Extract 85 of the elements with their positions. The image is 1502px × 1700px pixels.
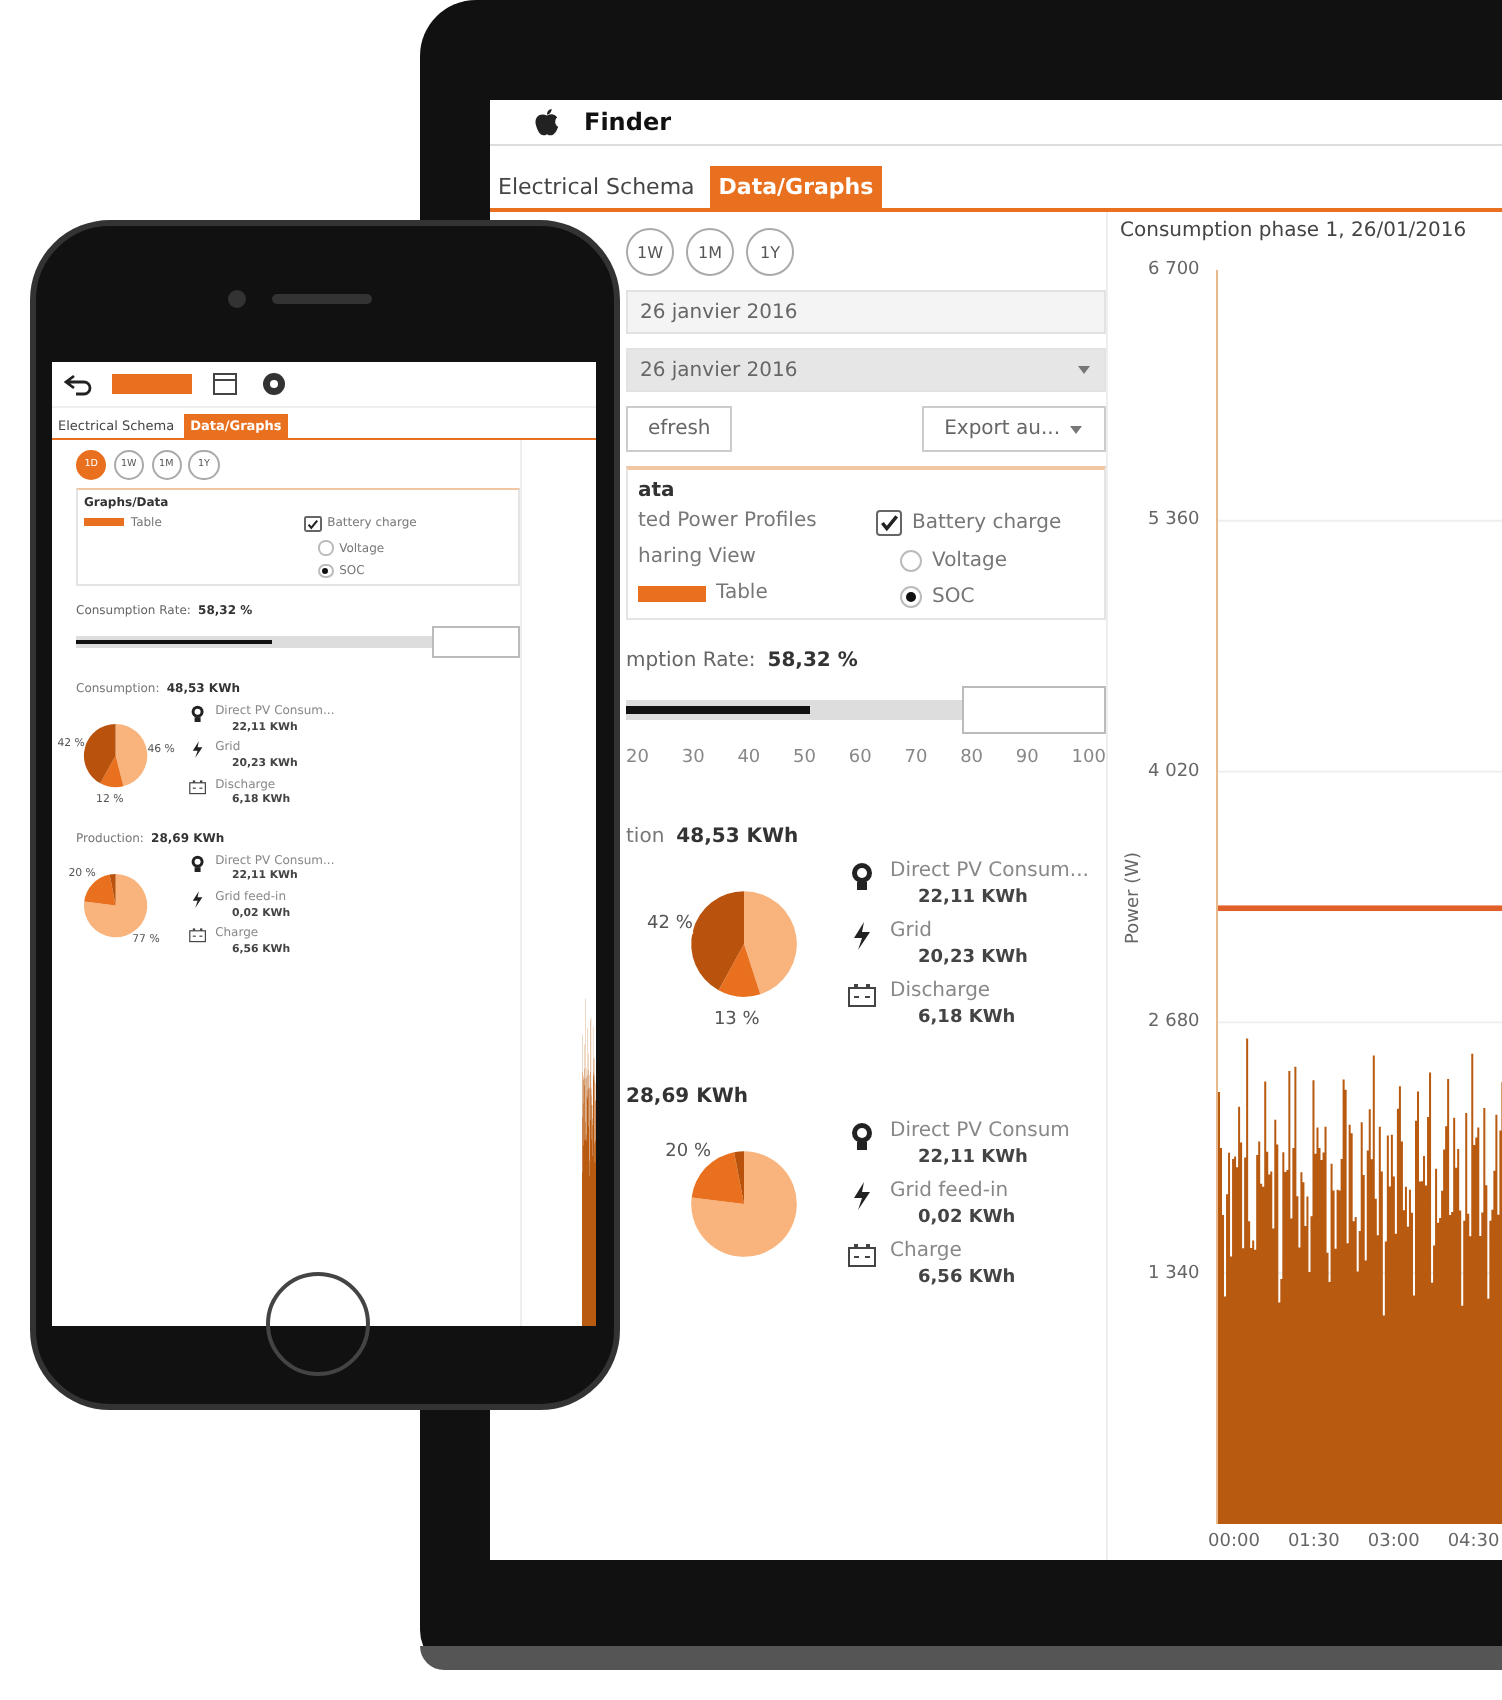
toggle-switch[interactable] <box>84 517 125 527</box>
battery-icon <box>846 1240 878 1272</box>
radio-button[interactable] <box>318 563 334 579</box>
legend-label: Grid feed-in <box>890 1180 1011 1202</box>
radio-label: SOC <box>932 586 975 608</box>
legend-label: Direct PV Consum <box>890 1120 1070 1142</box>
lightning-icon <box>188 740 208 760</box>
legend-value: 6,56 KWh <box>916 1268 1016 1288</box>
radio-label: Voltage <box>932 550 1008 572</box>
slider-tick: 80 <box>960 748 984 768</box>
home-button[interactable] <box>266 1272 370 1376</box>
option-label: haring View <box>638 546 758 568</box>
export-dropdown[interactable]: Export au... <box>922 406 1106 452</box>
period-button[interactable]: 1W <box>626 228 674 276</box>
date-field[interactable]: 26 janvier 2016 <box>626 348 1106 392</box>
axis-tick: 03:00 <box>1367 1532 1420 1552</box>
apple-icon <box>534 107 560 137</box>
date-value: 26 janvier 2016 <box>640 359 798 381</box>
slider-tick: 100 <box>1071 748 1106 768</box>
refresh-button[interactable]: efresh <box>626 406 733 452</box>
slider-value-box[interactable] <box>962 686 1106 734</box>
rate-value: 58,32 % <box>767 650 858 672</box>
checkbox[interactable] <box>876 510 902 536</box>
tab[interactable]: Electrical Schema <box>490 166 703 208</box>
calendar-icon[interactable] <box>212 372 240 396</box>
pie-value-label: 13 % <box>713 1010 760 1031</box>
period-button[interactable]: 1Y <box>746 228 794 276</box>
axis-tick: 01:30 <box>1287 1532 1340 1552</box>
battery-icon <box>846 980 878 1012</box>
caret-icon <box>1076 362 1092 378</box>
axis-tick: 6 700 <box>1148 260 1202 280</box>
axis-tick: 04:30 <box>1447 1532 1500 1552</box>
pie-value-label: 42 % <box>647 914 693 935</box>
slider-tick: 70 <box>904 748 928 768</box>
checkbox-label: Battery charge <box>912 512 1062 534</box>
legend-value: 20,23 KWh <box>916 948 1028 968</box>
back-arrow-icon[interactable] <box>64 372 92 396</box>
camera-lens <box>228 290 246 308</box>
lightning-icon <box>188 889 208 910</box>
summary-total: 28,69 KWh <box>626 1086 749 1108</box>
axis-label: Power (W) <box>1124 851 1144 943</box>
legend-value: 0,02 KWh <box>916 1208 1016 1228</box>
section-title: ata <box>638 480 677 502</box>
chart-title: Consumption phase 1, 26/01/2016 <box>1120 220 1469 242</box>
pie-value-label: 20 % <box>665 1141 712 1162</box>
light-bulb-icon <box>188 703 208 723</box>
light-bulb-icon <box>846 860 878 892</box>
legend-label: Grid <box>890 920 934 942</box>
radio-button[interactable] <box>318 540 334 556</box>
date-field[interactable]: 26 janvier 2016 <box>626 290 1106 334</box>
axis-tick: 4 020 <box>1148 761 1202 782</box>
legend-label: Charge <box>890 1240 964 1262</box>
slider-value-box[interactable] <box>432 626 520 658</box>
period-button[interactable]: 1M <box>686 228 734 276</box>
summary-total: 48,53 KWh <box>676 826 799 848</box>
slider-tick: 30 <box>681 748 705 768</box>
axis-tick: 2 680 <box>1148 1012 1202 1033</box>
light-bulb-icon <box>188 853 208 873</box>
toggle-switch[interactable] <box>638 585 706 601</box>
legend-value: 6,18 KWh <box>916 1008 1016 1028</box>
speaker-grille <box>272 294 372 304</box>
slider-tick: 50 <box>793 748 816 768</box>
checkbox[interactable] <box>304 515 322 533</box>
legend-label: Direct PV Consum... <box>890 860 1089 882</box>
slider-tick: 40 <box>737 748 761 768</box>
toggle-label: Table <box>716 582 768 604</box>
summary-title: tion <box>626 826 665 848</box>
legend-value: 22,11 KWh <box>916 888 1030 908</box>
radio-button[interactable] <box>900 586 922 608</box>
light-bulb-icon <box>846 1120 878 1152</box>
axis-tick: 00:00 <box>1208 1532 1260 1552</box>
axis-tick: 1 340 <box>1148 1263 1202 1284</box>
slider-tick: 90 <box>1015 748 1039 768</box>
legend-label: Discharge <box>890 980 993 1002</box>
slider-tick: 20 <box>626 748 649 768</box>
caret-icon <box>1068 421 1084 437</box>
option-label: ted Power Profiles <box>638 510 819 532</box>
rate-label: mption Rate: <box>626 650 756 672</box>
axis-tick: 5 360 <box>1148 510 1202 531</box>
slider-track[interactable] <box>76 636 432 649</box>
slider-track[interactable] <box>626 700 962 720</box>
slider-tick: 60 <box>848 748 872 768</box>
legend-value: 22,11 KWh <box>916 1148 1030 1168</box>
radio-button[interactable] <box>900 550 922 572</box>
app-name[interactable]: Finder <box>584 108 671 136</box>
